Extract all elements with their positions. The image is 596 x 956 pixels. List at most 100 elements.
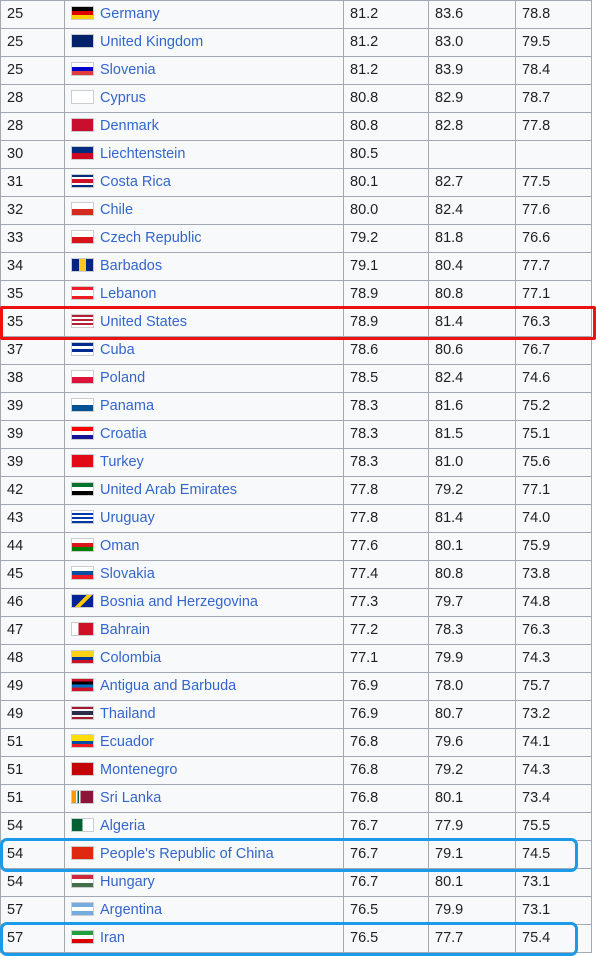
value-cell-3: 74.8 — [515, 588, 592, 617]
country-link[interactable]: Croatia — [100, 426, 147, 442]
rank-cell: 39 — [0, 448, 65, 477]
country-cell: Sri Lanka — [64, 784, 344, 813]
country-link[interactable]: Cuba — [100, 342, 135, 358]
flag-turkey-icon — [71, 454, 94, 468]
rank-cell: 39 — [0, 392, 65, 421]
table-row: 43 Uruguay 77.8 81.4 74.0 — [0, 504, 592, 533]
country-link[interactable]: Oman — [100, 538, 140, 554]
country-link[interactable]: Bosnia and Herzegovina — [100, 594, 258, 610]
country-cell: Slovakia — [64, 560, 344, 589]
country-link[interactable]: Hungary — [100, 874, 155, 890]
country-cell: Ecuador — [64, 728, 344, 757]
country-link[interactable]: Lebanon — [100, 286, 156, 302]
country-link[interactable]: Germany — [100, 6, 160, 22]
country-link[interactable]: Slovenia — [100, 62, 156, 78]
value-cell-1: 79.1 — [343, 252, 429, 281]
value-cell-1: 76.8 — [343, 784, 429, 813]
country-link[interactable]: Slovakia — [100, 566, 155, 582]
country-link[interactable]: Uruguay — [100, 510, 155, 526]
country-cell: Barbados — [64, 252, 344, 281]
table-row: 45 Slovakia 77.4 80.8 73.8 — [0, 560, 592, 589]
value-cell-1: 77.8 — [343, 476, 429, 505]
country-link[interactable]: Colombia — [100, 650, 161, 666]
country-cell: Cyprus — [64, 84, 344, 113]
country-link[interactable]: Cyprus — [100, 90, 146, 106]
country-cell: Chile — [64, 196, 344, 225]
country-link[interactable]: United States — [100, 314, 187, 330]
country-link[interactable]: Panama — [100, 398, 154, 414]
flag-cyprus-icon — [71, 90, 94, 104]
value-cell-3: 76.3 — [515, 308, 592, 337]
value-cell-1: 81.2 — [343, 56, 429, 85]
table-row: 54 People's Republic of China 76.7 79.1 74.5 — [0, 840, 592, 869]
rank-cell: 57 — [0, 924, 65, 953]
value-cell-3: 77.8 — [515, 112, 592, 141]
flag-bosnia-and-herzegovina-icon — [71, 594, 94, 608]
country-link[interactable]: Iran — [100, 930, 125, 946]
value-cell-3: 75.6 — [515, 448, 592, 477]
country-link[interactable]: United Arab Emirates — [100, 482, 237, 498]
country-link[interactable]: Denmark — [100, 118, 159, 134]
table-row: 25 Slovenia 81.2 83.9 78.4 — [0, 56, 592, 85]
value-cell-2: 81.4 — [428, 308, 516, 337]
country-cell: Poland — [64, 364, 344, 393]
country-link[interactable]: Turkey — [100, 454, 144, 470]
table-row: 31 Costa Rica 80.1 82.7 77.5 — [0, 168, 592, 197]
country-link[interactable]: Bahrain — [100, 622, 150, 638]
value-cell-2: 81.6 — [428, 392, 516, 421]
country-link[interactable]: Argentina — [100, 902, 162, 918]
value-cell-3: 78.7 — [515, 84, 592, 113]
value-cell-3: 74.1 — [515, 728, 592, 757]
value-cell-2: 79.7 — [428, 588, 516, 617]
country-link[interactable]: Liechtenstein — [100, 146, 185, 162]
rank-cell: 51 — [0, 728, 65, 757]
value-cell-3: 79.5 — [515, 28, 592, 57]
value-cell-1: 78.3 — [343, 392, 429, 421]
country-cell: Panama — [64, 392, 344, 421]
value-cell-3: 75.9 — [515, 532, 592, 561]
country-link[interactable]: People's Republic of China — [100, 846, 274, 862]
table-row: 39 Panama 78.3 81.6 75.2 — [0, 392, 592, 421]
flag-algeria-icon — [71, 818, 94, 832]
value-cell-2: 80.4 — [428, 252, 516, 281]
country-link[interactable]: United Kingdom — [100, 34, 203, 50]
table-row: 32 Chile 80.0 82.4 77.6 — [0, 196, 592, 225]
value-cell-1: 80.1 — [343, 168, 429, 197]
value-cell-2: 79.2 — [428, 476, 516, 505]
value-cell-1: 76.9 — [343, 672, 429, 701]
country-link[interactable]: Ecuador — [100, 734, 154, 750]
country-link[interactable]: Czech Republic — [100, 230, 202, 246]
country-link[interactable]: Algeria — [100, 818, 145, 834]
value-cell-2: 83.6 — [428, 0, 516, 29]
country-link[interactable]: Antigua and Barbuda — [100, 678, 236, 694]
value-cell-3: 74.3 — [515, 644, 592, 673]
rank-cell: 45 — [0, 560, 65, 589]
country-link[interactable]: Chile — [100, 202, 133, 218]
value-cell-1: 77.3 — [343, 588, 429, 617]
table-row: 35 Lebanon 78.9 80.8 77.1 — [0, 280, 592, 309]
rank-cell: 38 — [0, 364, 65, 393]
rank-cell: 57 — [0, 896, 65, 925]
country-link[interactable]: Thailand — [100, 706, 156, 722]
table-row: 28 Cyprus 80.8 82.9 78.7 — [0, 84, 592, 113]
country-link[interactable]: Montenegro — [100, 762, 177, 778]
country-cell: Costa Rica — [64, 168, 344, 197]
value-cell-1: 77.4 — [343, 560, 429, 589]
flag-ecuador-icon — [71, 734, 94, 748]
flag-hungary-icon — [71, 874, 94, 888]
table-row: 33 Czech Republic 79.2 81.8 76.6 — [0, 224, 592, 253]
flag-cuba-icon — [71, 342, 94, 356]
value-cell-2: 81.0 — [428, 448, 516, 477]
table-row: 57 Argentina 76.5 79.9 73.1 — [0, 896, 592, 925]
rank-cell: 25 — [0, 28, 65, 57]
flag-argentina-icon — [71, 902, 94, 916]
value-cell-1: 78.6 — [343, 336, 429, 365]
country-link[interactable]: Sri Lanka — [100, 790, 161, 806]
rank-cell: 54 — [0, 868, 65, 897]
country-link[interactable]: Barbados — [100, 258, 162, 274]
country-link[interactable]: Costa Rica — [100, 174, 171, 190]
country-link[interactable]: Poland — [100, 370, 145, 386]
country-cell: United States — [64, 308, 344, 337]
value-cell-1: 79.2 — [343, 224, 429, 253]
flag-uruguay-icon — [71, 510, 94, 524]
